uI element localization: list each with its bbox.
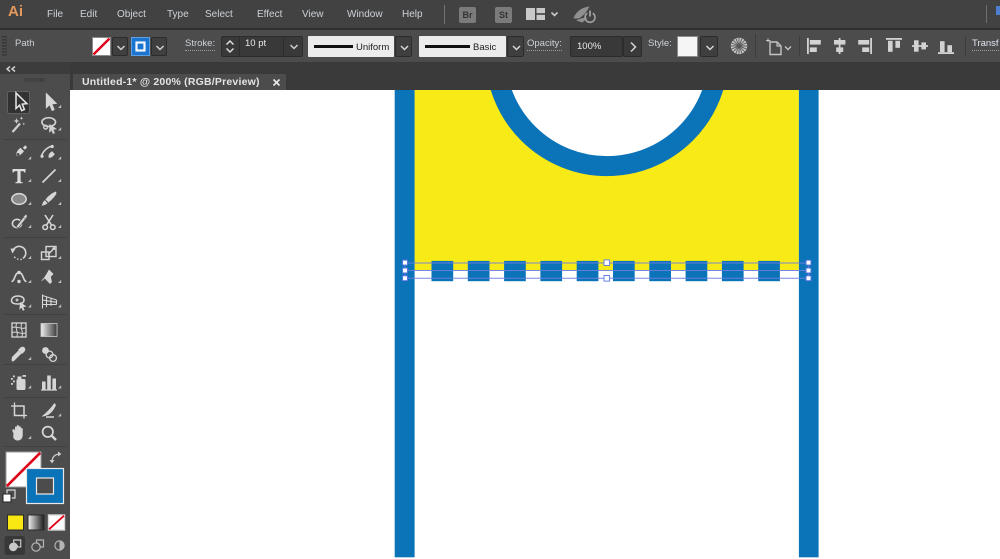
svg-text:Basic: Basic [473, 42, 496, 53]
svg-text:Uniform: Uniform [356, 42, 389, 53]
